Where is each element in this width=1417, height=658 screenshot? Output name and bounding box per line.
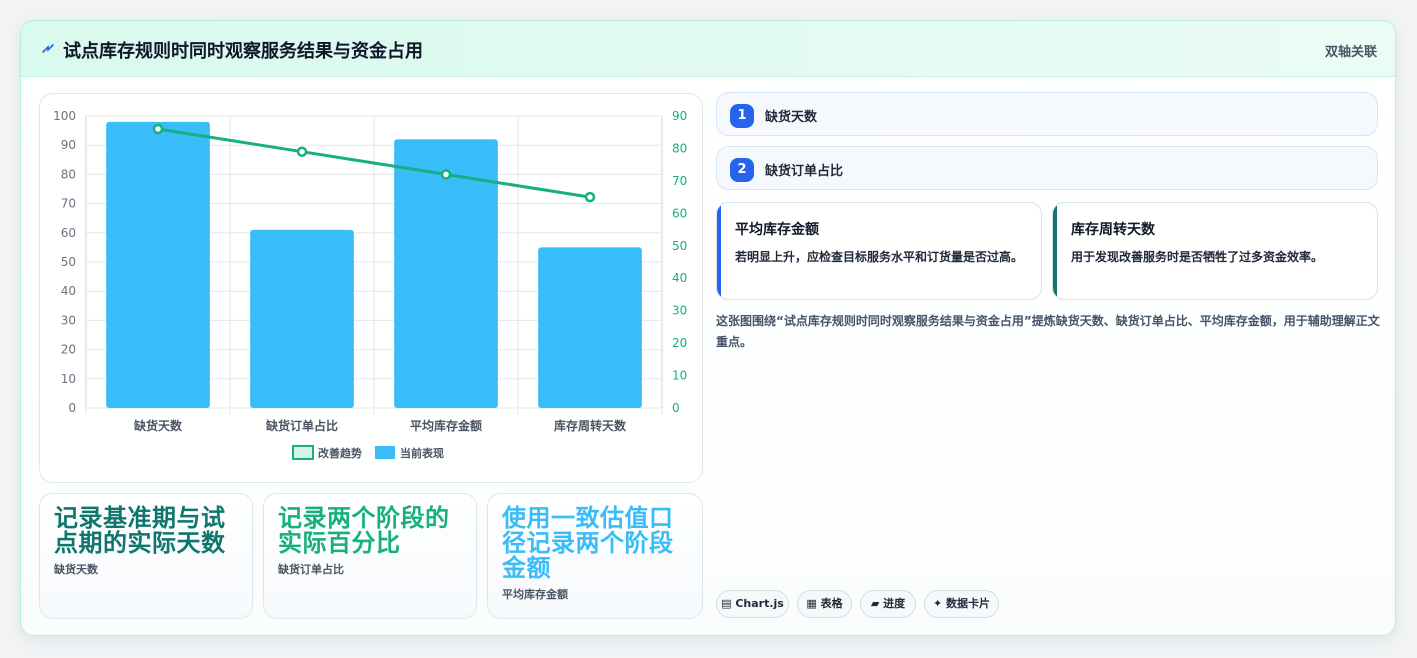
card-header: 试点库存规则时同时观察服务结果与资金占用 双轴关联 <box>21 21 1395 77</box>
y-right-tick-label: 70 <box>672 174 687 188</box>
y-left-tick-label: 10 <box>61 372 76 386</box>
info-card-text: 用于发现改善服务时是否牺牲了过多资金效率。 <box>1071 250 1324 264</box>
info-card-turnover-days: 库存周转天数 用于发现改善服务时是否牺牲了过多资金效率。 <box>1052 202 1378 300</box>
stat-headline: 使用一致估值口径记录两个阶段金额 <box>502 504 674 582</box>
y-left-tick-label: 80 <box>61 167 76 181</box>
y-right-tick-label: 80 <box>672 141 687 155</box>
x-tick-label: 缺货天数 <box>134 418 183 433</box>
stat-card-stockout-ratio: 记录两个阶段的实际百分比 缺货订单占比 <box>263 493 477 619</box>
x-tick-label: 平均库存金额 <box>410 418 482 433</box>
y-right-tick-label: 60 <box>672 206 687 220</box>
chip-data-card[interactable]: ✦ 数据卡片 <box>924 590 999 618</box>
stat-headline: 记录基准期与试点期的实际天数 <box>54 504 226 557</box>
chip-chartjs[interactable]: ▤ Chart.js <box>716 590 789 618</box>
chip-progress[interactable]: ▰ 进度 <box>860 590 916 618</box>
stat-label: 缺货天数 <box>54 563 98 576</box>
chart-description: 这张图围绕“试点库存规则时同时观察服务结果与资金占用”提炼缺货天数、缺货订单占比… <box>716 314 1380 349</box>
number-badge: 1 <box>730 104 754 128</box>
line-point <box>152 123 164 135</box>
y-left-tick-label: 70 <box>61 197 76 211</box>
y-right-tick-label: 50 <box>672 239 687 253</box>
y-left-tick-label: 100 <box>53 109 76 123</box>
x-tick-label: 缺货订单占比 <box>266 418 338 433</box>
y-right-tick-label: 90 <box>672 109 687 123</box>
accent-bar <box>717 203 721 299</box>
legend-label: 改善趋势 <box>318 446 362 460</box>
y-left-tick-label: 40 <box>61 284 76 298</box>
page-title: 试点库存规则时同时观察服务结果与资金占用 <box>63 41 423 62</box>
y-left-tick-label: 50 <box>61 255 76 269</box>
legend-label: 当前表现 <box>400 446 444 460</box>
bar <box>538 247 642 408</box>
stat-label: 缺货订单占比 <box>278 563 344 576</box>
x-tick-label: 库存周转天数 <box>554 418 627 433</box>
info-card-title: 平均库存金额 <box>735 222 819 238</box>
y-left-tick-label: 30 <box>61 313 76 327</box>
metric-row-label: 缺货订单占比 <box>765 164 844 179</box>
y-left-tick-label: 20 <box>61 343 76 357</box>
y-right-tick-label: 40 <box>672 271 687 285</box>
metric-row-1: 1 缺货天数 <box>716 92 1378 136</box>
metric-row-2: 2 缺货订单占比 <box>716 146 1378 190</box>
metric-row-label: 缺货天数 <box>765 110 818 125</box>
legend-swatch-line <box>292 445 314 460</box>
legend-swatch-bar <box>375 446 395 459</box>
info-card-text: 若明显上升，应检查目标服务水平和订货量是否过高。 <box>735 250 1024 264</box>
y-left-tick-label: 90 <box>61 138 76 152</box>
line-point <box>296 146 308 157</box>
stat-label: 平均库存金额 <box>502 588 568 601</box>
chip-table[interactable]: ▦ 表格 <box>797 590 852 618</box>
y-right-tick-label: 30 <box>672 304 687 318</box>
header-tag: 双轴关联 <box>1324 45 1377 60</box>
bar <box>106 121 210 408</box>
y-right-tick-label: 10 <box>672 369 687 383</box>
y-left-tick-label: 0 <box>68 401 76 415</box>
y-left-tick-label: 60 <box>61 226 76 240</box>
combo-chart: 0 10 20 30 40 50 60 70 80 90 100 0 10 20 30 40 50 60 70 80 9… <box>53 109 687 460</box>
line-point <box>584 191 596 203</box>
bar <box>250 229 354 408</box>
main-card: 试点库存规则时同时观察服务结果与资金占用 双轴关联 0 10 20 30 40 50 60 7… <box>20 20 1396 636</box>
stat-headline: 记录两个阶段的实际百分比 <box>278 504 450 557</box>
stat-card-inventory-value: 使用一致估值口径记录两个阶段金额 平均库存金额 <box>487 493 703 619</box>
line-point <box>440 169 452 180</box>
y-right-tick-label: 20 <box>672 336 687 350</box>
chart-panel: 0 10 20 30 40 50 60 70 80 90 100 0 10 20 30 40 50 60 70 80 9… <box>39 93 703 483</box>
accent-bar <box>1053 203 1057 299</box>
number-badge: 2 <box>730 158 754 182</box>
y-right-tick-label: 0 <box>672 401 680 415</box>
info-card-inventory-value: 平均库存金额 若明显上升，应检查目标服务水平和订货量是否过高。 <box>716 202 1042 300</box>
lightning-icon <box>42 44 54 53</box>
info-card-title: 库存周转天数 <box>1071 222 1155 238</box>
stat-card-stockout-days: 记录基准期与试点期的实际天数 缺货天数 <box>39 493 253 619</box>
